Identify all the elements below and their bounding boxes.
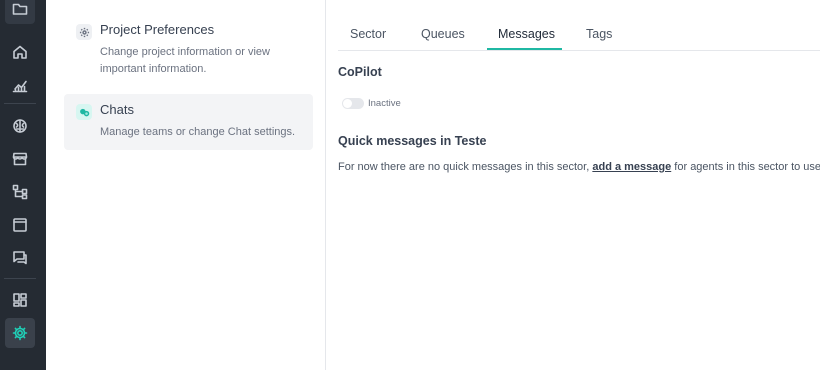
chats-icon	[76, 104, 92, 120]
quick-messages-empty-text: For now there are no quick messages in t…	[338, 161, 820, 173]
settings-item-title: Chats	[100, 102, 134, 117]
quick-messages-title: Quick messages in Teste	[338, 134, 487, 148]
tab-bar: Sector Queues Messages Tags	[338, 14, 820, 51]
add-message-link[interactable]: add a message	[592, 161, 671, 173]
settings-icon	[12, 325, 28, 341]
copilot-toggle-label: Inactive	[368, 98, 401, 109]
tab-queues[interactable]: Queues	[421, 27, 465, 41]
flows-button[interactable]	[5, 177, 35, 207]
folder-icon	[12, 3, 28, 15]
settings-list: Project Preferences Change project infor…	[46, 0, 326, 370]
sidebar-divider	[4, 103, 36, 104]
store-icon	[12, 152, 28, 166]
flows-icon	[12, 184, 28, 200]
dashboard-button[interactable]	[5, 285, 35, 315]
tab-messages[interactable]: Messages	[498, 27, 555, 41]
empty-text-before: For now there are no quick messages in t…	[338, 161, 590, 173]
settings-button[interactable]	[5, 318, 35, 348]
insights-icon	[12, 80, 28, 93]
store-button[interactable]	[5, 144, 35, 174]
chat-icon	[13, 251, 27, 265]
tab-tags[interactable]: Tags	[586, 27, 612, 41]
tab-sector[interactable]: Sector	[350, 27, 386, 41]
app-root: Project Preferences Change project infor…	[0, 0, 820, 370]
copilot-title: CoPilot	[338, 65, 382, 79]
home-icon	[13, 45, 27, 59]
main-panel: Sector Queues Messages Tags CoPilot Inac…	[326, 0, 820, 370]
settings-item-chats[interactable]: Chats Manage teams or change Chat settin…	[64, 94, 313, 150]
copilot-toggle[interactable]	[342, 98, 364, 109]
brain-button[interactable]	[5, 111, 35, 141]
settings-item-title: Project Preferences	[100, 22, 215, 37]
brain-icon	[13, 119, 27, 133]
settings-item-description: Manage teams or change Chat settings.	[100, 126, 296, 138]
settings-item-project-preferences[interactable]: Project Preferences Change project infor…	[64, 14, 313, 75]
settings-item-description: Change project information or view impor…	[100, 46, 270, 75]
home-button[interactable]	[5, 37, 35, 67]
chat-button[interactable]	[5, 243, 35, 273]
sidebar-divider	[4, 278, 36, 279]
empty-text-after: for agents in this sector to use.	[674, 161, 820, 173]
dashboard-icon	[13, 293, 27, 307]
insights-button[interactable]	[5, 70, 35, 100]
active-tab-indicator	[487, 48, 562, 50]
sidebar-rail	[0, 0, 46, 370]
window-button[interactable]	[5, 210, 35, 240]
window-icon	[13, 218, 27, 232]
folder-button[interactable]	[5, 0, 35, 24]
gear-icon	[76, 24, 92, 40]
